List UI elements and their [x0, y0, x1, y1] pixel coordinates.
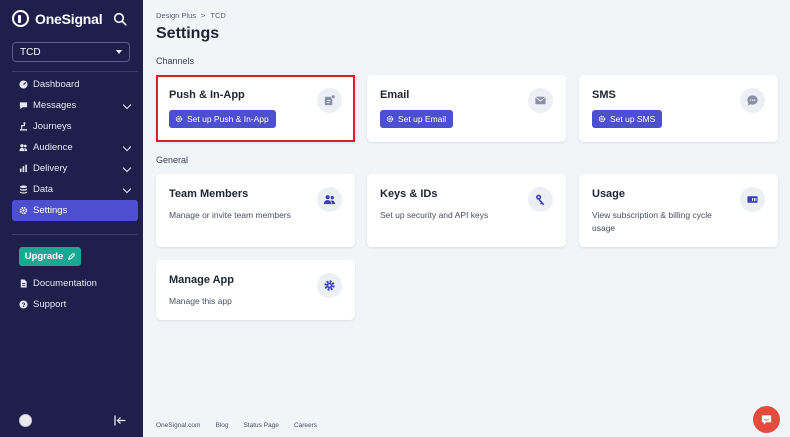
- sidebar-item-documentation[interactable]: Documentation: [12, 273, 138, 294]
- setup-email-button[interactable]: Set up Email: [380, 110, 454, 128]
- page-title: Settings: [156, 25, 220, 42]
- delivery-icon: [19, 164, 28, 173]
- breadcrumb-separator: >: [201, 11, 206, 20]
- gear-icon: [386, 115, 394, 123]
- gear-icon: [598, 115, 606, 123]
- app-selector[interactable]: TCD: [12, 42, 130, 62]
- chevron-down-icon: [122, 142, 132, 152]
- journeys-icon: [19, 122, 28, 131]
- sidebar-item-label: Delivery: [33, 163, 68, 174]
- support-icon: ?: [19, 300, 28, 309]
- footer: OneSignal.com Blog Status Page Careers: [156, 422, 317, 429]
- secondary-nav: Documentation ? Support: [12, 273, 138, 315]
- setup-sms-button-label: Set up SMS: [610, 114, 656, 124]
- usage-icon: [740, 187, 765, 212]
- card-title: Usage: [592, 188, 626, 200]
- onesignal-logo-icon: [12, 10, 29, 27]
- card-description: Manage or invite team members: [169, 210, 291, 220]
- breadcrumb-item-org[interactable]: Design Plus: [156, 11, 196, 20]
- rocket-icon: [68, 252, 75, 260]
- upgrade-label: Upgrade: [24, 251, 64, 262]
- footer-link-status-page[interactable]: Status Page: [243, 422, 278, 429]
- card-description: Set up security and API keys: [380, 210, 489, 220]
- sidebar-item-delivery[interactable]: Delivery: [12, 158, 138, 179]
- card-keys-ids[interactable]: Keys & IDs Set up security and API keys: [367, 174, 566, 247]
- primary-nav: Dashboard Messages Journeys Audience Del…: [12, 74, 138, 221]
- chevron-down-icon: [122, 163, 132, 173]
- footer-link-blog[interactable]: Blog: [215, 422, 228, 429]
- sidebar-item-label: Audience: [33, 142, 73, 153]
- app-selector-value: TCD: [20, 46, 41, 58]
- card-title: Keys & IDs: [380, 188, 438, 200]
- card-manage-app[interactable]: Manage App Manage this app: [156, 260, 355, 320]
- brand-logo[interactable]: OneSignal: [12, 10, 103, 27]
- sidebar-item-label: Settings: [33, 205, 68, 216]
- card-title: Team Members: [169, 188, 249, 200]
- sidebar-item-support[interactable]: ? Support: [12, 294, 138, 315]
- sidebar-item-label: Journeys: [33, 121, 72, 132]
- dashboard-icon: [19, 80, 28, 89]
- keys-icon: [528, 187, 553, 212]
- gear-icon: [317, 273, 342, 298]
- sidebar: OneSignal TCD Dashboard Messages Journey…: [0, 0, 143, 437]
- chevron-down-icon: [122, 100, 132, 110]
- data-icon: [19, 185, 28, 194]
- card-title: Manage App: [169, 274, 234, 286]
- breadcrumb-item-app[interactable]: TCD: [210, 11, 225, 20]
- sidebar-item-messages[interactable]: Messages: [12, 95, 138, 116]
- sms-icon: [740, 88, 765, 113]
- main-content: Design Plus > TCD Settings Channels Push…: [143, 0, 790, 437]
- svg-text:?: ?: [22, 302, 26, 309]
- section-label-general: General: [156, 155, 189, 165]
- highlight-box: [156, 75, 355, 142]
- chat-launcher-button[interactable]: [753, 406, 780, 433]
- sidebar-item-data[interactable]: Data: [12, 179, 138, 200]
- setup-email-button-label: Set up Email: [398, 114, 447, 124]
- footer-link-onesignal[interactable]: OneSignal.com: [156, 422, 200, 429]
- breadcrumb: Design Plus > TCD: [156, 11, 226, 20]
- card-usage[interactable]: Usage View subscription & billing cycle …: [579, 174, 778, 247]
- messages-icon: [19, 101, 28, 110]
- card-email[interactable]: Email Set up Email: [367, 75, 566, 142]
- card-description: Manage this app: [169, 296, 232, 306]
- documentation-icon: [19, 279, 28, 288]
- card-title: Email: [380, 89, 410, 101]
- caret-down-icon: [116, 50, 122, 54]
- avatar[interactable]: [19, 414, 32, 427]
- setup-sms-button[interactable]: Set up SMS: [592, 110, 663, 128]
- section-label-channels: Channels: [156, 56, 195, 66]
- sidebar-item-label: Documentation: [33, 278, 97, 289]
- brand-name: OneSignal: [35, 10, 103, 27]
- sidebar-item-settings[interactable]: Settings: [12, 200, 138, 221]
- collapse-sidebar-icon[interactable]: [114, 415, 126, 426]
- chevron-down-icon: [122, 184, 132, 194]
- sidebar-item-label: Messages: [33, 100, 77, 111]
- sidebar-divider: [12, 71, 138, 72]
- sidebar-divider: [12, 234, 138, 235]
- upgrade-button[interactable]: Upgrade: [19, 247, 81, 266]
- card-team-members[interactable]: Team Members Manage or invite team membe…: [156, 174, 355, 247]
- search-icon[interactable]: [113, 12, 127, 26]
- sidebar-item-label: Support: [33, 299, 67, 310]
- card-sms[interactable]: SMS Set up SMS: [579, 75, 778, 142]
- audience-icon: [19, 143, 28, 152]
- chat-icon: [761, 415, 772, 425]
- sidebar-item-journeys[interactable]: Journeys: [12, 116, 138, 137]
- sidebar-item-audience[interactable]: Audience: [12, 137, 138, 158]
- card-description: View subscription & billing cycle usage: [592, 210, 712, 233]
- sidebar-item-label: Data: [33, 184, 54, 195]
- footer-link-careers[interactable]: Careers: [294, 422, 317, 429]
- team-icon: [317, 187, 342, 212]
- card-title: SMS: [592, 89, 616, 101]
- sidebar-item-dashboard[interactable]: Dashboard: [12, 74, 138, 95]
- email-icon: [528, 88, 553, 113]
- sidebar-item-label: Dashboard: [33, 79, 80, 90]
- settings-icon: [19, 206, 28, 215]
